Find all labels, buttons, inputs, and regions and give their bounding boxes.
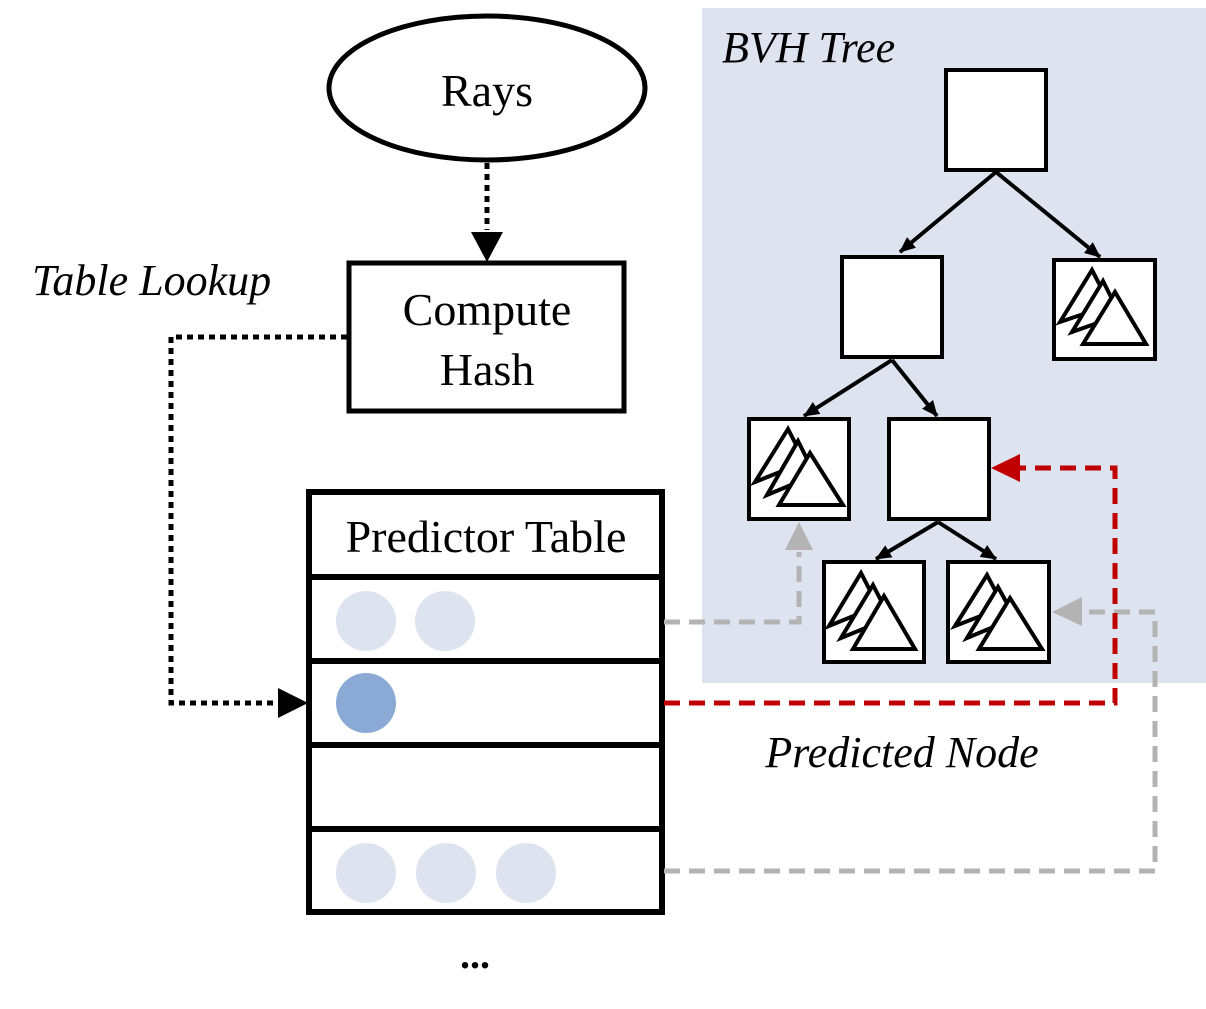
predictor-table-title: Predictor Table — [346, 511, 627, 562]
bvh-root-node — [944, 68, 1048, 172]
table-lookup-label: Table Lookup — [32, 256, 271, 305]
table-row-2-entry-1-active — [336, 673, 396, 733]
rays-label: Rays — [441, 65, 533, 116]
bvh-leaf-bottom-left — [822, 560, 926, 664]
compute-hash-label-line1: Compute — [403, 284, 572, 335]
table-row-1-entry-2 — [415, 591, 475, 651]
bvh-leaf-bottom-right — [946, 560, 1051, 664]
table-row-4-entry-2 — [416, 843, 476, 903]
bvh-tree-title: BVH Tree — [722, 23, 895, 72]
bvh-internal-node-left — [840, 255, 944, 359]
bvh-leaf-mid-left — [747, 417, 851, 521]
rays-to-hash-arrowhead — [471, 232, 503, 262]
bvh-internal-node-predicted — [887, 417, 991, 521]
table-row-4-entry-1 — [336, 843, 396, 903]
table-lookup-arrowhead — [278, 688, 308, 718]
predicted-node-label: Predicted Node — [764, 728, 1038, 777]
bvh-leaf-right — [1052, 258, 1157, 361]
diagram-canvas: BVH Tree Rays Compute Hash Table Lookup … — [32, 8, 1206, 977]
table-row-1-entry-1 — [336, 591, 396, 651]
table-row-4-entry-3 — [496, 843, 556, 903]
compute-hash-label-line2: Hash — [440, 344, 535, 395]
table-continuation-ellipsis: ... — [460, 932, 490, 977]
